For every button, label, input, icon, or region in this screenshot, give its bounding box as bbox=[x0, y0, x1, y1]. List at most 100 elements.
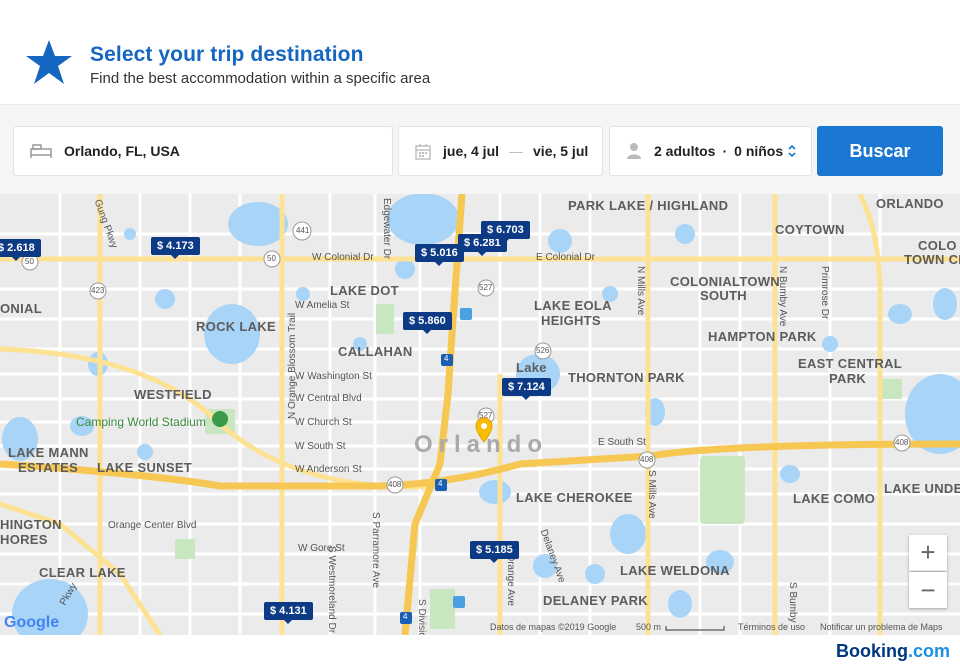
street-label: W South St bbox=[295, 441, 346, 452]
person-icon bbox=[626, 142, 642, 160]
updown-chevron-icon bbox=[788, 144, 796, 158]
google-logo[interactable]: Google bbox=[4, 614, 59, 632]
search-bar: Orlando, FL, USA jue, 4 jul — vie, 5 jul… bbox=[0, 104, 960, 194]
checkout-value: vie, 5 jul bbox=[533, 143, 589, 159]
area-label: Lake bbox=[516, 360, 547, 375]
search-button[interactable]: Buscar bbox=[817, 126, 943, 176]
area-label: COYTOWN bbox=[775, 222, 845, 237]
zoom-out-button[interactable]: − bbox=[909, 572, 947, 608]
booking-logo[interactable]: Booking.com bbox=[836, 641, 950, 662]
route-shield: 408 bbox=[895, 438, 909, 447]
terms-link[interactable]: Términos de uso bbox=[738, 622, 805, 632]
location-pin-icon[interactable] bbox=[475, 417, 493, 443]
route-shield: 50 bbox=[267, 254, 276, 263]
area-label: COLO bbox=[918, 238, 957, 253]
route-shield: 4 bbox=[438, 479, 443, 488]
header: Select your trip destination Find the be… bbox=[0, 0, 960, 104]
area-label: PARK bbox=[829, 371, 867, 386]
area-label: ESTATES bbox=[18, 460, 79, 475]
route-shield: 423 bbox=[91, 286, 105, 295]
street-label: N Bumby Ave bbox=[777, 266, 788, 327]
area-label: HEIGHTS bbox=[541, 313, 601, 328]
stadium-icon bbox=[212, 411, 228, 427]
street-label: S Parramore Ave bbox=[370, 512, 381, 588]
area-label: DELANEY PARK bbox=[543, 593, 648, 608]
street-label: N Mills Ave bbox=[635, 266, 646, 316]
area-label: HINGTON bbox=[0, 517, 62, 532]
price-marker[interactable]: $ 5.860 bbox=[403, 312, 452, 334]
price-marker[interactable]: $ 2.618 bbox=[0, 239, 41, 261]
scale-label: 500 m bbox=[636, 622, 662, 632]
route-shield: 4 bbox=[403, 612, 408, 621]
street-label: S Division bbox=[416, 599, 427, 635]
adults-value: 2 adultos bbox=[654, 143, 716, 159]
area-label: HAMPTON PARK bbox=[708, 329, 817, 344]
area-label: SOUTH bbox=[700, 288, 747, 303]
area-label: LAKE MANN bbox=[8, 445, 89, 460]
route-shield: 441 bbox=[296, 226, 310, 235]
route-shield: 4 bbox=[444, 354, 449, 363]
star-icon bbox=[26, 40, 72, 84]
destination-field[interactable]: Orlando, FL, USA bbox=[13, 126, 393, 176]
price-marker[interactable]: $ 5.016 bbox=[415, 244, 464, 266]
brand-suffix: .com bbox=[907, 641, 950, 661]
area-label: THORNTON PARK bbox=[568, 370, 685, 385]
area-label: ONIAL bbox=[0, 301, 42, 316]
area-label: CLEAR LAKE bbox=[39, 565, 126, 580]
area-label: LAKE EOLA bbox=[534, 298, 612, 313]
street-label: S Bumby bbox=[787, 582, 798, 623]
zoom-in-button[interactable]: + bbox=[909, 535, 947, 571]
dates-field[interactable]: jue, 4 jul — vie, 5 jul bbox=[398, 126, 603, 176]
area-label: LAKE SUNSET bbox=[97, 460, 193, 475]
area-label: LAKE CHEROKEE bbox=[516, 490, 633, 505]
area-label: WESTFIELD bbox=[134, 387, 212, 402]
street-label: S Westmoreland Dr bbox=[326, 546, 337, 634]
street-label: W Gore St bbox=[298, 543, 345, 554]
area-label: LAKE WELDONA bbox=[620, 563, 730, 578]
bed-icon bbox=[30, 144, 52, 158]
area-label: CALLAHAN bbox=[338, 344, 413, 359]
street-label: W Central Blvd bbox=[295, 393, 362, 404]
price-marker[interactable]: $ 4.173 bbox=[151, 237, 200, 259]
area-label: ORLANDO bbox=[876, 196, 944, 211]
app: Select your trip destination Find the be… bbox=[0, 0, 960, 670]
children-value: 0 niños bbox=[734, 143, 784, 159]
route-shield: 527 bbox=[479, 283, 493, 292]
area-label: LAKE DOT bbox=[330, 283, 399, 298]
calendar-icon bbox=[415, 143, 431, 160]
price-marker[interactable]: $ 7.124 bbox=[502, 378, 551, 400]
map-data-attribution: Datos de mapas ©2019 Google bbox=[490, 622, 617, 632]
report-link[interactable]: Notificar un problema de Maps bbox=[820, 622, 943, 632]
street-label: W Colonial Dr bbox=[312, 252, 374, 263]
date-separator: — bbox=[509, 143, 524, 159]
price-marker[interactable]: $ 6.703 bbox=[481, 221, 530, 243]
price-marker[interactable]: $ 4.131 bbox=[264, 602, 313, 624]
price-marker[interactable]: $ 5.185 bbox=[470, 541, 519, 563]
destination-value: Orlando, FL, USA bbox=[64, 143, 180, 159]
guests-field[interactable]: 2 adultos · 0 niños bbox=[609, 126, 812, 176]
map[interactable]: 441 50 50 423 527 526 4 408 408 408 4 4 … bbox=[0, 194, 960, 635]
route-shield: 50 bbox=[25, 257, 34, 266]
street-label: E Colonial Dr bbox=[536, 252, 595, 263]
area-label: HORES bbox=[0, 532, 48, 547]
page-title: Select your trip destination bbox=[90, 43, 364, 66]
street-label: S Mills Ave bbox=[646, 470, 657, 519]
footer: Booking.com bbox=[0, 635, 960, 670]
street-label: Edgewater Dr bbox=[381, 198, 392, 260]
route-shield: 408 bbox=[388, 480, 402, 489]
guests-separator: · bbox=[722, 143, 728, 159]
route-shield: 526 bbox=[536, 346, 550, 355]
brand-name: Booking bbox=[835, 641, 908, 661]
street-label: W Amelia St bbox=[295, 300, 350, 311]
street-label: Primrose Dr bbox=[819, 266, 830, 320]
area-label: EAST CENTRAL bbox=[798, 356, 902, 371]
route-shield: 408 bbox=[640, 455, 654, 464]
street-label: N Orange Blossom Trail bbox=[287, 312, 298, 419]
area-label: ROCK LAKE bbox=[196, 319, 276, 334]
checkin-value: jue, 4 jul bbox=[443, 143, 500, 159]
street-label: E South St bbox=[598, 437, 646, 448]
area-label: LAKE COMO bbox=[793, 491, 876, 506]
street-label: W Washington St bbox=[295, 371, 372, 382]
area-label: LAKE UNDE bbox=[884, 481, 960, 496]
area-label: PARK LAKE / HIGHLAND bbox=[568, 198, 729, 213]
